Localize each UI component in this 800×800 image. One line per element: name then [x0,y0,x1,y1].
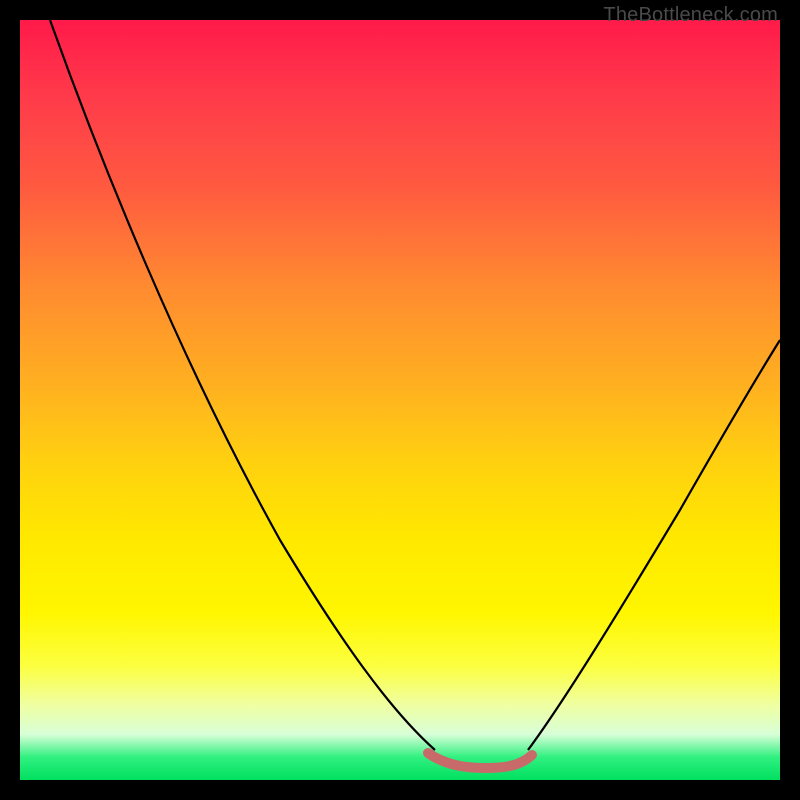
curve-valley [428,753,532,768]
curve-right [528,340,780,750]
curve-left [50,20,435,750]
plot-area [20,20,780,780]
chart-container: TheBottleneck.com [0,0,800,800]
chart-svg [20,20,780,780]
watermark-text: TheBottleneck.com [603,4,778,27]
